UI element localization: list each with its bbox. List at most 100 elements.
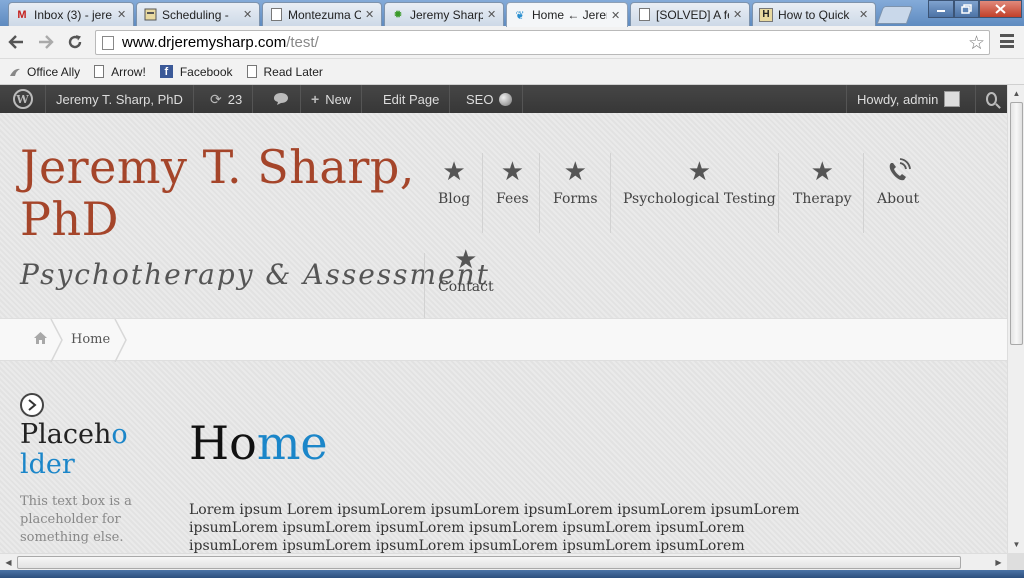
seo-label: SEO — [466, 91, 494, 107]
tab-how-to[interactable]: H How to Quick ✕ — [752, 2, 876, 26]
menu-bar — [1000, 39, 1014, 43]
menu-bar — [1000, 34, 1014, 37]
tab-label: [SOLVED] A fe — [656, 7, 729, 22]
nav-contact[interactable]: ★ Contact — [438, 245, 494, 295]
leaf-icon: ✹ — [393, 9, 403, 21]
page-title-dark: Ho — [189, 416, 257, 470]
chevron-right-circle-icon[interactable] — [20, 393, 44, 417]
star-icon: ★ — [810, 157, 834, 187]
star-icon: ★ — [687, 157, 711, 187]
page-info-icon[interactable] — [102, 35, 114, 50]
tab-gmail[interactable]: M Inbox (3) - jere ✕ — [8, 2, 134, 26]
horizontal-scrollbar[interactable]: ◀ ▶ — [0, 553, 1007, 570]
close-icon[interactable]: ✕ — [117, 8, 127, 21]
sidebar-title-dark: Placeh — [20, 419, 112, 450]
vertical-scroll-thumb[interactable] — [1010, 102, 1023, 345]
wordpress-icon: W — [12, 89, 33, 109]
page-content: Jeremy T. Sharp, PhD Psychotherapy & Ass… — [0, 113, 1007, 553]
admin-seo-menu[interactable]: SEO — [456, 85, 524, 113]
tab-home-active[interactable]: ❦ Home ← Jerer ✕ — [506, 2, 628, 27]
home-icon[interactable] — [34, 331, 47, 347]
admin-updates[interactable]: ⟳ 23 — [200, 85, 254, 113]
tab-montezuma[interactable]: Montezuma C ✕ — [262, 2, 382, 26]
forward-button[interactable] — [36, 32, 56, 52]
close-icon[interactable]: ✕ — [611, 9, 621, 22]
maximize-button[interactable] — [954, 0, 979, 18]
tab-label: Home ← Jerer — [532, 8, 607, 22]
close-icon[interactable]: ✕ — [859, 8, 869, 21]
bookmark-facebook[interactable]: f Facebook — [159, 65, 233, 79]
horizontal-scroll-thumb[interactable] — [17, 556, 961, 569]
nav-forms[interactable]: ★ Forms — [553, 157, 598, 207]
gmail-icon: M — [17, 8, 27, 21]
restore-icon — [961, 4, 972, 14]
breadcrumb: Home — [0, 318, 1007, 362]
bookmark-star-icon[interactable]: ☆ — [968, 32, 985, 55]
scroll-up-icon[interactable]: ▲ — [1008, 85, 1024, 102]
star-icon: ★ — [442, 157, 466, 187]
search-icon — [986, 92, 997, 106]
admin-comments[interactable] — [261, 85, 301, 113]
nav-label: Contact — [438, 279, 494, 295]
tab-scheduling[interactable]: Scheduling - ✕ — [136, 2, 260, 26]
scroll-down-icon[interactable]: ▼ — [1008, 536, 1024, 553]
address-bar[interactable]: www.drjeremysharp.com/test/ ☆ — [95, 30, 990, 55]
window-close-button[interactable] — [979, 0, 1022, 18]
os-taskbar — [0, 570, 1024, 578]
phone-icon — [885, 157, 911, 191]
admin-account-menu[interactable]: Howdy, admin — [846, 85, 970, 113]
admin-search[interactable] — [975, 85, 1007, 113]
plus-icon: + — [311, 91, 320, 107]
url-path: /test/ — [286, 34, 319, 51]
comment-icon — [273, 93, 288, 105]
admin-new-button[interactable]: + New — [301, 85, 363, 113]
bookmark-label: Read Later — [263, 64, 323, 79]
star-icon: ★ — [454, 245, 478, 275]
site-name-label: Jeremy T. Sharp, PhD — [56, 91, 183, 107]
chrome-menu-button[interactable] — [1000, 34, 1014, 48]
reload-button[interactable] — [65, 32, 85, 52]
scrollbar-corner — [1007, 553, 1024, 570]
admin-site-name[interactable]: Jeremy T. Sharp, PhD — [46, 85, 194, 113]
tab-label: Inbox (3) - jere — [34, 7, 113, 22]
close-icon[interactable]: ✕ — [243, 8, 253, 21]
feather-icon: ❦ — [515, 9, 525, 22]
nav-fees[interactable]: ★ Fees — [496, 157, 529, 207]
close-icon[interactable]: ✕ — [487, 8, 497, 21]
close-icon[interactable]: ✕ — [365, 8, 375, 21]
scroll-left-icon[interactable]: ◀ — [0, 554, 17, 571]
close-icon[interactable]: ✕ — [733, 8, 743, 21]
avatar — [944, 91, 961, 107]
nav-psychological-testing[interactable]: ★ Psychological Testing — [623, 157, 776, 207]
minimize-button[interactable] — [928, 0, 954, 18]
scroll-right-icon[interactable]: ▶ — [990, 554, 1007, 571]
nav-label: Fees — [496, 191, 529, 207]
page-title-blue: me — [256, 416, 328, 470]
sidebar-widget-title: Placeho lder — [20, 420, 150, 480]
bookmark-arrow[interactable]: Arrow! — [94, 65, 146, 79]
tab-label: Scheduling - — [162, 7, 229, 22]
nav-blog[interactable]: ★ Blog — [438, 157, 470, 207]
back-button[interactable] — [6, 32, 26, 52]
bookmark-read-later[interactable]: Read Later — [246, 64, 323, 79]
facebook-icon: f — [159, 65, 173, 78]
nav-therapy[interactable]: ★ Therapy — [793, 157, 852, 207]
admin-edit-page[interactable]: Edit Page — [373, 85, 451, 113]
page-title: Home — [189, 416, 328, 470]
new-tab-button[interactable] — [876, 6, 914, 24]
minimize-icon — [937, 10, 945, 12]
updates-count: 23 — [227, 91, 243, 107]
browser-tab-strip: M Inbox (3) - jere ✕ Scheduling - ✕ Mont… — [0, 0, 1024, 27]
vertical-scrollbar[interactable]: ▲ ▼ — [1007, 85, 1024, 553]
site-title[interactable]: Jeremy T. Sharp, PhD — [20, 141, 430, 245]
bookmark-office-ally[interactable]: Office Ally — [8, 65, 80, 79]
back-arrow-icon — [8, 35, 23, 49]
sidebar-title-blue: lder — [20, 449, 75, 480]
nav-about[interactable]: About — [877, 157, 919, 207]
reload-icon — [68, 35, 82, 49]
tab-solved[interactable]: [SOLVED] A fe ✕ — [630, 2, 750, 26]
wp-logo-menu[interactable]: W — [0, 85, 46, 113]
nav-divider — [610, 153, 611, 233]
tab-jeremy-sharp[interactable]: ✹ Jeremy Sharp ✕ — [384, 2, 504, 26]
sidebar-title-blue: o — [111, 419, 128, 450]
